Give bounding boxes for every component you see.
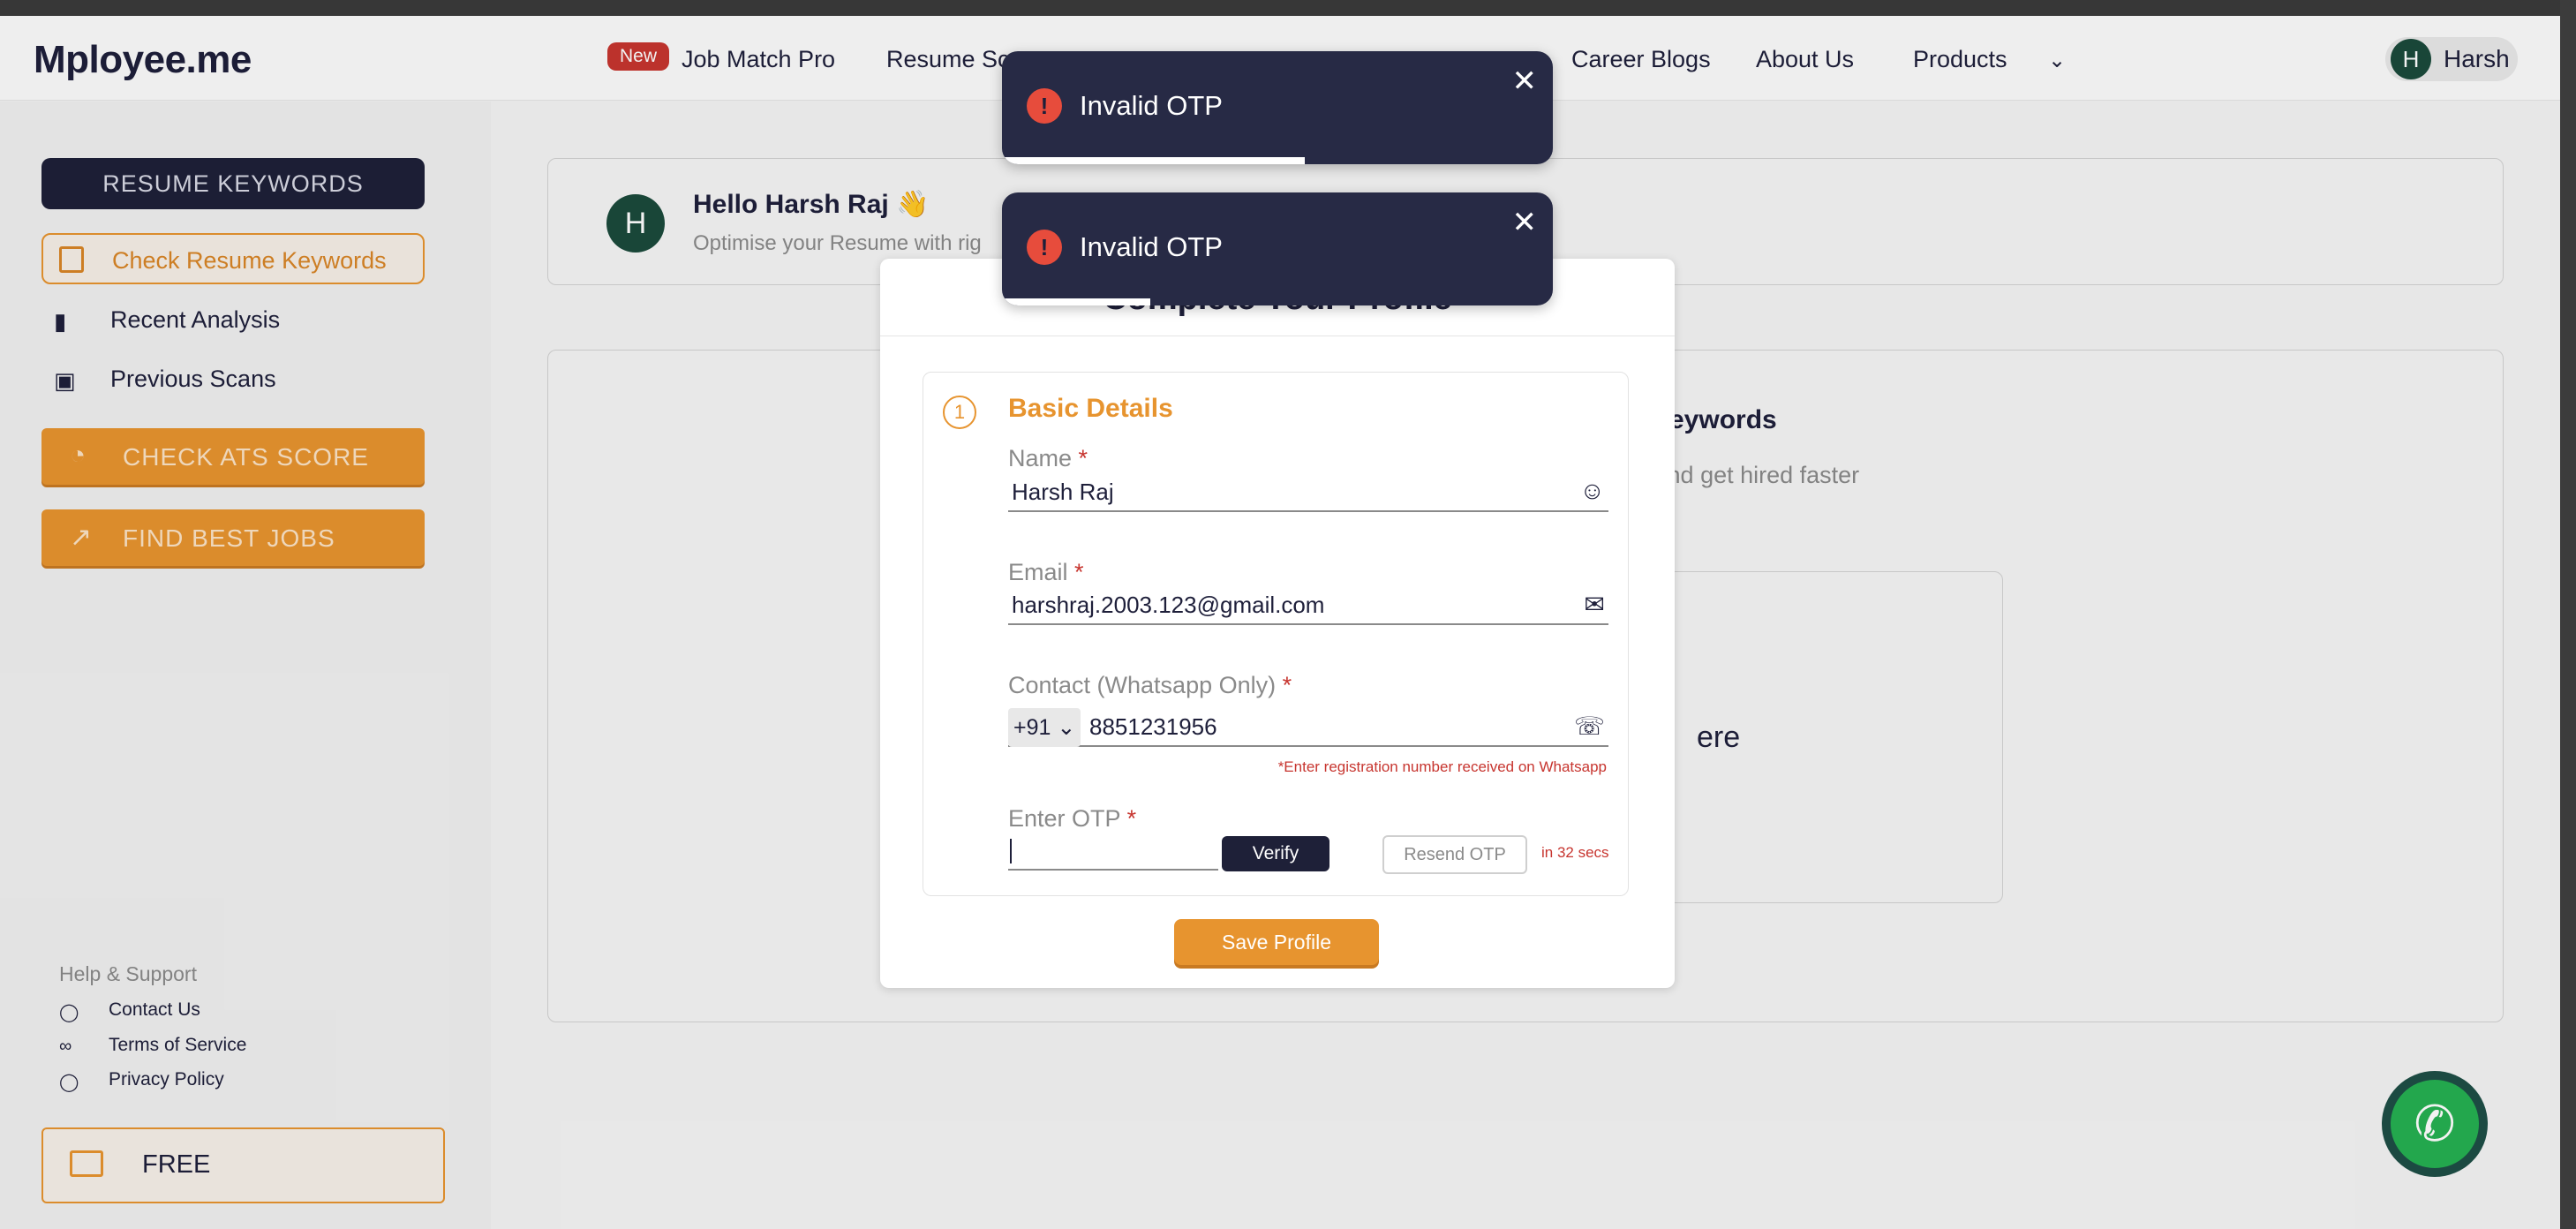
close-icon[interactable]: ✕ xyxy=(1512,205,1538,240)
verify-button[interactable]: Verify xyxy=(1222,836,1329,871)
otp-label: Enter OTP * xyxy=(1008,805,1137,832)
email-field[interactable]: harshraj.2003.123@gmail.com ✉ xyxy=(1008,586,1608,625)
toast-progress-bar xyxy=(1002,157,1306,164)
phone-value: 8851231956 xyxy=(1089,713,1217,740)
step-title: Basic Details xyxy=(1008,394,1173,423)
otp-input[interactable] xyxy=(1008,832,1218,871)
registration-hint: *Enter registration number received on W… xyxy=(1277,758,1607,775)
error-icon: ! xyxy=(1027,230,1062,265)
resend-otp-button[interactable]: Resend OTP xyxy=(1382,835,1527,874)
toast-message: Invalid OTP xyxy=(1080,231,1223,262)
person-edit-icon: ☺ xyxy=(1579,477,1605,504)
resend-timer: in 32 secs xyxy=(1541,844,1609,861)
error-toast: ! Invalid OTP ✕ xyxy=(1002,192,1553,305)
browser-scrollbar[interactable] xyxy=(2560,0,2576,1229)
toast-progress-bar xyxy=(1002,298,1151,305)
error-icon: ! xyxy=(1027,88,1062,124)
name-field[interactable]: Harsh Raj ☺ xyxy=(1008,473,1608,512)
country-code-select[interactable]: +91 ⌄ xyxy=(1008,708,1081,747)
close-icon[interactable]: ✕ xyxy=(1512,64,1538,99)
name-label: Name * xyxy=(1008,445,1088,471)
email-value: harshraj.2003.123@gmail.com xyxy=(1012,592,1325,618)
phone-field[interactable]: +91 ⌄ 8851231956 ☏ xyxy=(1008,708,1608,747)
contact-label: Contact (Whatsapp Only) * xyxy=(1008,672,1292,698)
error-toast: ! Invalid OTP ✕ xyxy=(1002,51,1553,164)
phone-icon: ☏ xyxy=(1573,713,1605,740)
name-value: Harsh Raj xyxy=(1012,479,1114,505)
envelope-icon: ✉ xyxy=(1584,591,1605,618)
text-caret xyxy=(1010,839,1012,863)
complete-profile-modal: Complete Your Profile 1 Basic Details Na… xyxy=(880,259,1675,988)
email-label: Email * xyxy=(1008,559,1084,585)
step-number: 1 xyxy=(943,396,976,429)
basic-details-card: 1 Basic Details Name * Harsh Raj ☺ Email… xyxy=(923,372,1629,896)
toast-message: Invalid OTP xyxy=(1080,90,1223,121)
save-profile-button[interactable]: Save Profile xyxy=(1174,919,1379,965)
